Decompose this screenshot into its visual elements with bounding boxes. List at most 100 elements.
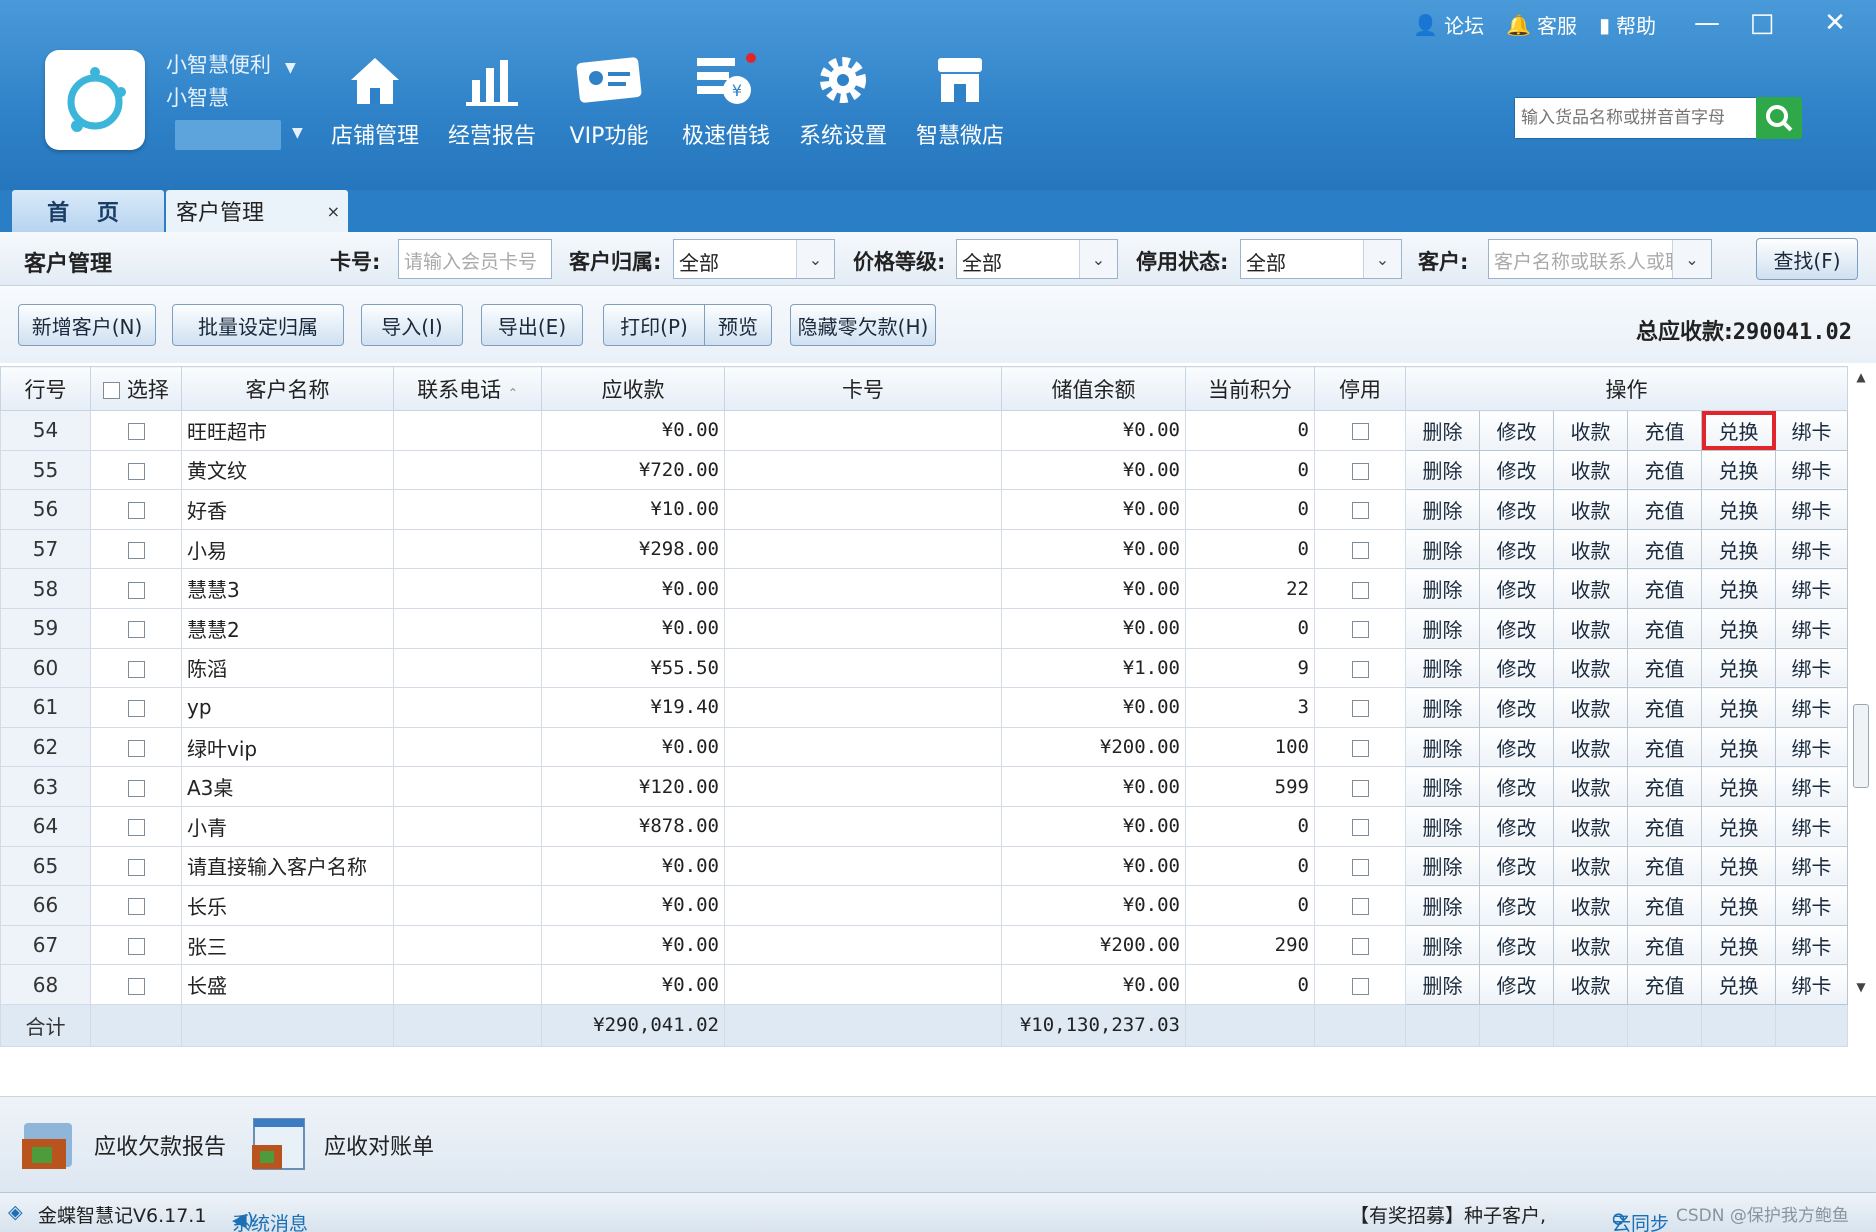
- table-row[interactable]: 60 陈滔 ¥55.50 ¥1.00 9 删除 修改 收款 充值 兑换 绑卡: [0, 647, 1848, 689]
- disabled-checkbox[interactable]: [1351, 858, 1369, 876]
- disabled[interactable]: [1314, 726, 1406, 768]
- nav-micro-store[interactable]: 智慧微店: [905, 50, 1015, 160]
- card-number-input[interactable]: 请输入会员卡号: [398, 239, 552, 279]
- collect-button[interactable]: 收款: [1553, 568, 1628, 609]
- recharge-button[interactable]: 充值: [1627, 687, 1702, 728]
- disabled[interactable]: [1314, 924, 1406, 966]
- disabled[interactable]: [1314, 410, 1406, 451]
- batch-assign-button[interactable]: 批量设定归属: [172, 304, 344, 346]
- search-button[interactable]: [1756, 97, 1802, 139]
- help-link[interactable]: ▮ 帮助: [1599, 10, 1656, 39]
- row-select-checkbox[interactable]: [127, 977, 145, 995]
- collect-button[interactable]: 收款: [1553, 726, 1628, 768]
- recharge-button[interactable]: 充值: [1627, 410, 1702, 451]
- col-disabled[interactable]: 停用: [1314, 366, 1406, 411]
- col-receivable[interactable]: 应收款: [541, 366, 725, 411]
- disabled[interactable]: [1314, 766, 1406, 807]
- edit-button[interactable]: 修改: [1479, 489, 1554, 530]
- table-row[interactable]: 62 绿叶vip ¥0.00 ¥200.00 100 删除 修改 收款 充值 兑换 绑卡: [0, 726, 1848, 768]
- collect-button[interactable]: 收款: [1553, 885, 1628, 926]
- redeem-button[interactable]: 兑换: [1701, 885, 1776, 926]
- nav-vip[interactable]: VIP功能: [554, 50, 664, 160]
- edit-button[interactable]: 修改: [1479, 607, 1554, 649]
- disabled-checkbox[interactable]: [1351, 462, 1369, 480]
- redeem-button[interactable]: 兑换: [1701, 924, 1776, 966]
- export-button[interactable]: 导出(E): [481, 304, 583, 346]
- disabled-checkbox[interactable]: [1351, 660, 1369, 678]
- row-select[interactable]: [90, 885, 182, 926]
- redeem-button[interactable]: 兑换: [1701, 410, 1776, 451]
- row-select[interactable]: [90, 766, 182, 807]
- account-selector[interactable]: [175, 120, 281, 150]
- recharge-button[interactable]: 充值: [1627, 964, 1702, 1005]
- receivable-report-link[interactable]: 应收欠款报告: [18, 1115, 226, 1175]
- recharge-button[interactable]: 充值: [1627, 924, 1702, 966]
- row-select[interactable]: [90, 489, 182, 530]
- row-select-checkbox[interactable]: [127, 740, 145, 758]
- support-link[interactable]: 🔔 客服: [1506, 10, 1577, 39]
- redeem-button[interactable]: 兑换: [1701, 687, 1776, 728]
- table-row[interactable]: 57 小易 ¥298.00 ¥0.00 0 删除 修改 收款 充值 兑换 绑卡: [0, 528, 1848, 570]
- recharge-button[interactable]: 充值: [1627, 845, 1702, 887]
- edit-button[interactable]: 修改: [1479, 449, 1554, 491]
- table-row[interactable]: 56 好香 ¥10.00 ¥0.00 0 删除 修改 收款 充值 兑换 绑卡: [0, 489, 1848, 530]
- redeem-button[interactable]: 兑换: [1701, 607, 1776, 649]
- collect-button[interactable]: 收款: [1553, 924, 1628, 966]
- nav-system-settings[interactable]: 系统设置: [788, 50, 898, 160]
- hide-zero-debt-button[interactable]: 隐藏零欠款(H): [790, 304, 936, 346]
- nav-business-report[interactable]: 经营报告: [437, 50, 547, 160]
- recharge-button[interactable]: 充值: [1627, 766, 1702, 807]
- col-card-number[interactable]: 卡号: [724, 366, 1002, 411]
- table-row[interactable]: 58 慧慧3 ¥0.00 ¥0.00 22 删除 修改 收款 充值 兑换 绑卡: [0, 568, 1848, 609]
- table-row[interactable]: 54 旺旺超市 ¥0.00 ¥0.00 0 删除 修改 收款 充值 兑换 绑卡: [0, 410, 1848, 451]
- redeem-button[interactable]: 兑换: [1701, 489, 1776, 530]
- delete-button[interactable]: 删除: [1405, 568, 1480, 609]
- bind-card-button[interactable]: 绑卡: [1775, 924, 1848, 966]
- edit-button[interactable]: 修改: [1479, 410, 1554, 451]
- edit-button[interactable]: 修改: [1479, 528, 1554, 570]
- disabled[interactable]: [1314, 687, 1406, 728]
- promo-text[interactable]: 【有奖招募】种子客户,: [1350, 1201, 1546, 1228]
- bind-card-button[interactable]: 绑卡: [1775, 489, 1848, 530]
- collect-button[interactable]: 收款: [1553, 845, 1628, 887]
- recharge-button[interactable]: 充值: [1627, 607, 1702, 649]
- disabled[interactable]: [1314, 528, 1406, 570]
- chevron-down-icon[interactable]: ▼: [292, 125, 303, 141]
- delete-button[interactable]: 删除: [1405, 845, 1480, 887]
- row-select[interactable]: [90, 687, 182, 728]
- collect-button[interactable]: 收款: [1553, 766, 1628, 807]
- tab-close-icon[interactable]: ×: [327, 202, 340, 221]
- row-select[interactable]: [90, 805, 182, 847]
- row-select-checkbox[interactable]: [127, 502, 145, 520]
- delete-button[interactable]: 删除: [1405, 924, 1480, 966]
- redeem-button[interactable]: 兑换: [1701, 805, 1776, 847]
- scroll-up-icon[interactable]: ▲: [1852, 370, 1870, 386]
- delete-button[interactable]: 删除: [1405, 647, 1480, 689]
- col-customer-name[interactable]: 客户名称: [181, 366, 394, 411]
- row-select[interactable]: [90, 726, 182, 768]
- bind-card-button[interactable]: 绑卡: [1775, 885, 1848, 926]
- preview-button[interactable]: 预览: [704, 304, 772, 346]
- price-level-select[interactable]: 全部 ⌄: [956, 239, 1118, 279]
- disabled-checkbox[interactable]: [1351, 740, 1369, 758]
- table-row[interactable]: 64 小青 ¥878.00 ¥0.00 0 删除 修改 收款 充值 兑换 绑卡: [0, 805, 1848, 847]
- customer-dropdown[interactable]: ⌄: [1672, 239, 1712, 279]
- row-select-checkbox[interactable]: [127, 858, 145, 876]
- row-select-checkbox[interactable]: [127, 542, 145, 560]
- recharge-button[interactable]: 充值: [1627, 568, 1702, 609]
- table-row[interactable]: 63 A3桌 ¥120.00 ¥0.00 599 删除 修改 收款 充值 兑换 绑卡: [0, 766, 1848, 807]
- table-row[interactable]: 68 长盛 ¥0.00 ¥0.00 0 删除 修改 收款 充值 兑换 绑卡: [0, 964, 1848, 1005]
- table-row[interactable]: 65 请直接输入客户名称 ¥0.00 ¥0.00 0 删除 修改 收款 充值 兑换 绑卡: [0, 845, 1848, 887]
- collect-button[interactable]: 收款: [1553, 805, 1628, 847]
- disabled-checkbox[interactable]: [1351, 779, 1369, 797]
- recharge-button[interactable]: 充值: [1627, 885, 1702, 926]
- minimize-icon[interactable]: —: [1690, 8, 1724, 38]
- recharge-button[interactable]: 充值: [1627, 726, 1702, 768]
- bind-card-button[interactable]: 绑卡: [1775, 647, 1848, 689]
- collect-button[interactable]: 收款: [1553, 964, 1628, 1005]
- bind-card-button[interactable]: 绑卡: [1775, 726, 1848, 768]
- nav-quick-loan[interactable]: ¥ 极速借钱: [671, 50, 781, 160]
- delete-button[interactable]: 删除: [1405, 885, 1480, 926]
- chevron-down-icon[interactable]: ▼: [285, 60, 296, 76]
- edit-button[interactable]: 修改: [1479, 766, 1554, 807]
